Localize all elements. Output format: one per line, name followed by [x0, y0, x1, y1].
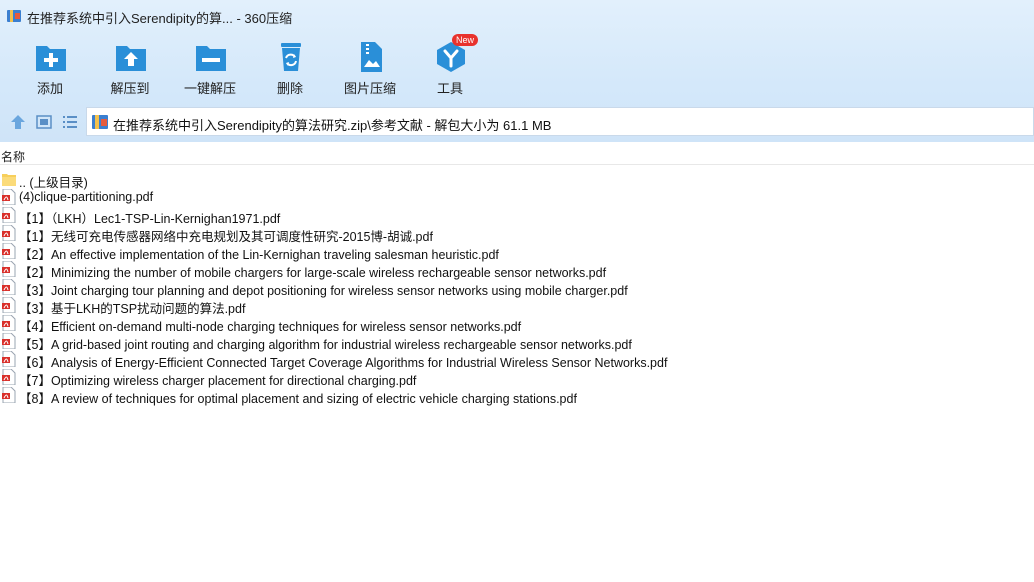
pdf-file-icon	[2, 207, 16, 223]
top-panel: 在推荐系统中引入Serendipity的算... - 360压缩 添加 解压到	[0, 0, 1034, 142]
file-row[interactable]: 【2】Minimizing the number of mobile charg…	[0, 260, 1034, 280]
file-row[interactable]: 【2】An effective implementation of the Li…	[0, 242, 1034, 262]
extract-to-button[interactable]: 解压到	[90, 38, 170, 96]
delete-label: 删除	[276, 81, 303, 96]
image-compress-button[interactable]: 图片压缩	[330, 38, 410, 96]
pdf-file-icon	[2, 333, 16, 349]
add-label: 添加	[36, 81, 63, 96]
file-row[interactable]: 【4】Efficient on-demand multi-node chargi…	[0, 314, 1034, 334]
pdf-file-icon	[2, 387, 16, 403]
tools-button[interactable]: 工具	[410, 38, 490, 96]
pdf-file-icon	[2, 261, 16, 277]
file-row[interactable]: 【5】A grid-based joint routing and chargi…	[0, 332, 1034, 352]
image-compress-icon	[361, 42, 382, 72]
new-badge: New	[452, 34, 479, 46]
column-name-header[interactable]: 名称	[1, 148, 25, 165]
pdf-file-icon	[2, 315, 16, 331]
file-row[interactable]: (4)clique-partitioning.pdf	[0, 188, 1034, 206]
add-button[interactable]: 添加	[10, 38, 90, 96]
up-arrow-icon[interactable]	[9, 113, 27, 131]
one-click-extract-button[interactable]: 一键解压	[170, 38, 250, 96]
file-row[interactable]: 【1】无线可充电传感器网络中充电规划及其可调度性研究-2015博-胡诚.pdf	[0, 224, 1034, 244]
image-compress-label: 图片压缩	[343, 81, 396, 96]
recycle-bin-icon	[281, 43, 301, 71]
window-title: 在推荐系统中引入Serendipity的算... - 360压缩	[27, 11, 293, 26]
pdf-file-icon	[2, 279, 16, 295]
file-row[interactable]: 【1】（LKH）Lec1-TSP-Lin-Kernighan1971.pdf	[0, 206, 1034, 226]
folder-icon	[2, 174, 16, 186]
title-bar: 在推荐系统中引入Serendipity的算... - 360压缩	[0, 0, 1034, 32]
pdf-file-icon	[2, 225, 16, 241]
one-click-extract-label: 一键解压	[183, 81, 236, 96]
pdf-file-icon	[2, 243, 16, 259]
delete-button[interactable]: 删除	[250, 38, 330, 96]
address-path: 在推荐系统中引入Serendipity的算法研究.zip\参考文献 - 解包大小…	[113, 118, 552, 133]
file-name: (4)clique-partitioning.pdf	[19, 190, 154, 204]
thumbnail-view-icon[interactable]	[35, 113, 53, 131]
pdf-file-icon	[2, 297, 16, 313]
file-row[interactable]: 【3】基于LKH的TSP扰动问题的算法.pdf	[0, 296, 1034, 316]
archive-app-icon	[7, 10, 21, 22]
tools-label: 工具	[436, 81, 463, 96]
parent-directory-row[interactable]: .. (上级目录)	[0, 170, 1034, 190]
file-row[interactable]: 【3】Joint charging tour planning and depo…	[0, 278, 1034, 298]
add-icon	[36, 46, 66, 71]
list-view-icon[interactable]	[61, 113, 79, 131]
file-row[interactable]: 【8】A review of techniques for optimal pl…	[0, 386, 1034, 406]
file-row[interactable]: 【7】Optimizing wireless charger placement…	[0, 368, 1034, 388]
file-list: .. (上级目录) (4)clique-partitioning.pdf 【1】…	[0, 170, 1034, 406]
extract-to-label: 解压到	[110, 81, 150, 96]
archive-icon	[92, 115, 108, 129]
one-click-extract-icon	[196, 46, 226, 71]
file-name: 【8】A review of techniques for optimal pl…	[19, 392, 577, 406]
file-row[interactable]: 【6】Analysis of Energy-Efficient Connecte…	[0, 350, 1034, 370]
pdf-file-icon	[2, 351, 16, 367]
column-header: 名称	[0, 146, 1034, 165]
pdf-file-icon	[2, 189, 16, 205]
address-bar[interactable]: 在推荐系统中引入Serendipity的算法研究.zip\参考文献 - 解包大小…	[86, 107, 1034, 136]
pdf-file-icon	[2, 369, 16, 385]
toolbar: 添加 解压到 一键解压 删除 图片压缩 工具	[0, 38, 520, 98]
app-window: 在推荐系统中引入Serendipity的算... - 360压缩 添加 解压到	[0, 0, 1034, 582]
extract-folder-icon	[116, 46, 146, 71]
